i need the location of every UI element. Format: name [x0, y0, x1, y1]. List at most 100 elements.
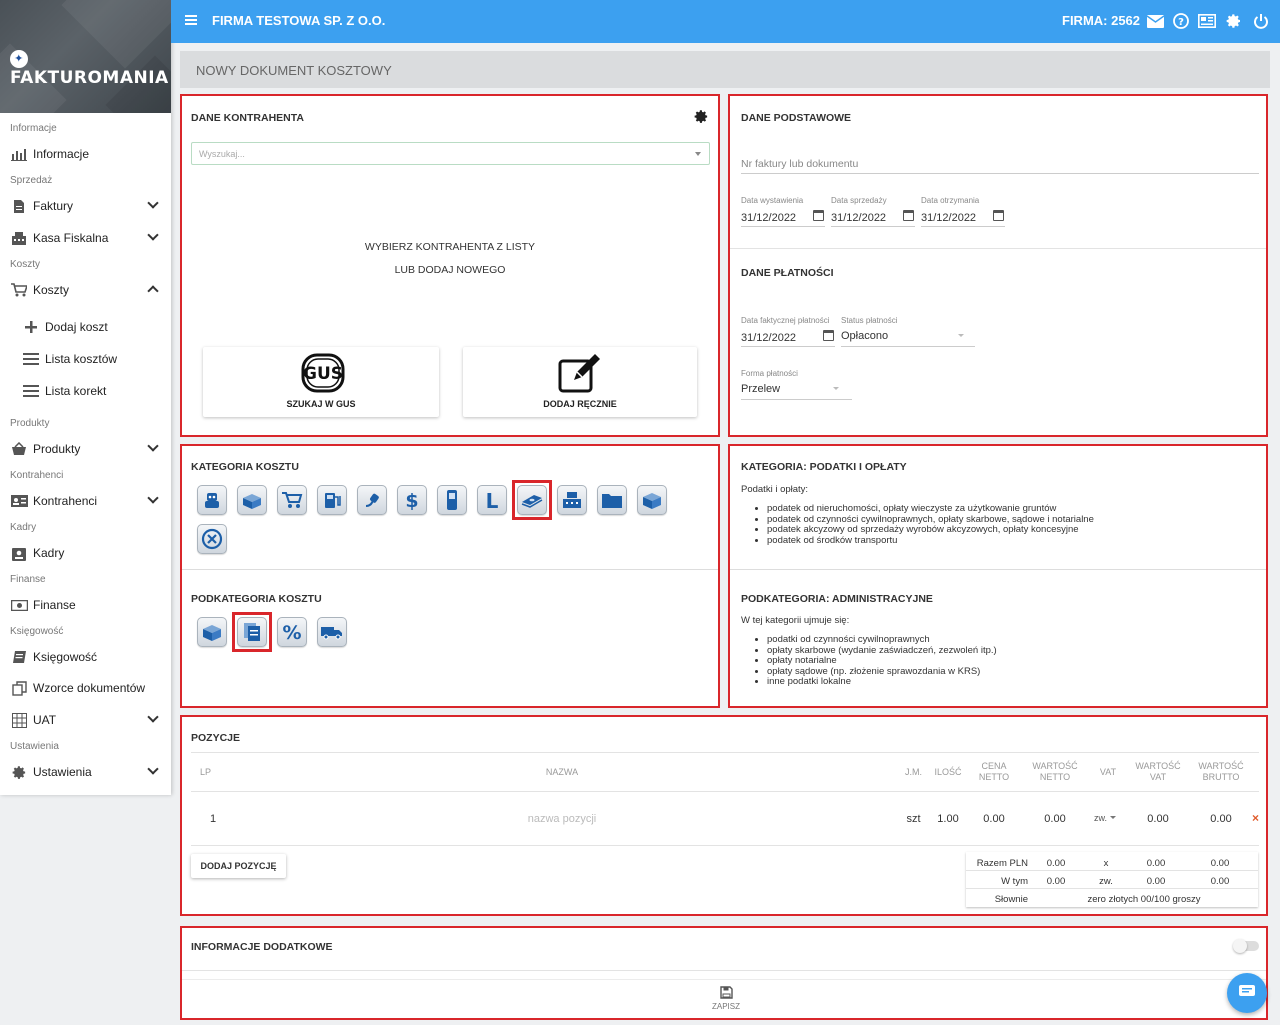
- invoice-number-input[interactable]: Nr faktury lub dokumentu: [741, 158, 858, 170]
- column-header-nazwa: NAZWA: [545, 767, 579, 777]
- chat-button[interactable]: [1227, 973, 1267, 1013]
- item-gross-value: 0.00: [1210, 813, 1232, 825]
- section-label: Kontrahenci: [10, 470, 64, 481]
- list-item: podatek akcyzowy od sprzedaży wyrobów ak…: [767, 524, 1094, 536]
- contractor-search-input[interactable]: Wyszukaj...: [191, 142, 710, 165]
- category-bullet-list: podatek od nieruchomości, opłaty wieczys…: [741, 503, 1094, 546]
- cash-register-icon[interactable]: [557, 485, 587, 515]
- toggle-knob: [1233, 939, 1247, 953]
- calendar-icon[interactable]: [903, 210, 914, 221]
- dollar-icon[interactable]: $: [397, 485, 427, 515]
- help-icon[interactable]: ?: [1172, 12, 1190, 30]
- robot-icon[interactable]: [197, 485, 227, 515]
- box-icon[interactable]: [237, 485, 267, 515]
- manual-button-label: DODAJ RĘCZNIE: [543, 399, 617, 409]
- selected-category-highlight: [512, 480, 552, 520]
- sidebar-item-produkty[interactable]: Produkty: [0, 435, 171, 463]
- power-icon[interactable]: [1252, 12, 1270, 30]
- sidebar-item-faktury[interactable]: Faktury: [0, 192, 171, 220]
- sidebar-item-informacje[interactable]: Informacje: [0, 140, 171, 168]
- basket-icon: [10, 441, 28, 457]
- truck-icon[interactable]: [317, 617, 347, 647]
- calendar-icon[interactable]: [993, 210, 1004, 221]
- plug-icon[interactable]: [357, 485, 387, 515]
- list-item: opłaty notarialne: [767, 655, 997, 667]
- cancel-icon[interactable]: [197, 524, 227, 554]
- percent-icon[interactable]: %: [277, 617, 307, 647]
- gus-search-button[interactable]: GUS SZUKAJ W GUS: [203, 347, 439, 417]
- bar-chart-icon: [10, 146, 28, 162]
- cart-icon[interactable]: [277, 485, 307, 515]
- sidebar-item-ustawienia[interactable]: Ustawienia: [0, 758, 171, 786]
- item-price-field[interactable]: 0.00: [968, 813, 1020, 825]
- item-vat-value: 0.00: [1147, 813, 1169, 825]
- news-icon[interactable]: [1198, 12, 1216, 30]
- sidebar-item-label: Koszty: [33, 283, 70, 297]
- chevron-down-icon: [147, 440, 159, 452]
- calendar-icon[interactable]: [823, 330, 834, 341]
- payment-method-select[interactable]: Przelew: [741, 383, 780, 395]
- top-bar: FIRMA TESTOWA SP. Z O.O. FIRMA: 2562 ?: [171, 0, 1280, 43]
- sidebar-item-koszty[interactable]: Koszty: [0, 276, 171, 304]
- sidebar-item-wzorce[interactable]: Wzorce dokumentów: [0, 674, 171, 702]
- vat-value: zw.: [1094, 813, 1108, 823]
- add-manually-button[interactable]: DODAJ RĘCZNIE: [463, 347, 697, 417]
- gus-logo-text: GUS: [302, 364, 343, 384]
- svg-text:L: L: [486, 489, 499, 511]
- add-item-button[interactable]: DODAJ POZYCJĘ: [191, 854, 286, 878]
- additional-info-toggle[interactable]: [1233, 939, 1259, 953]
- sidebar-item-dodaj-koszt[interactable]: Dodaj koszt: [0, 314, 171, 340]
- mail-icon[interactable]: [1146, 12, 1164, 30]
- badge-icon: [10, 545, 28, 561]
- sidebar-item-finanse[interactable]: Finanse: [0, 591, 171, 619]
- divider: [182, 569, 718, 570]
- column-header-lp: LP: [200, 767, 212, 777]
- item-quantity-field[interactable]: 1.00: [930, 813, 966, 825]
- fuel-icon[interactable]: [317, 485, 347, 515]
- date-sale-field[interactable]: 31/12/2022: [831, 212, 886, 224]
- package-icon[interactable]: [197, 617, 227, 647]
- payment-status-select[interactable]: Opłacono: [841, 330, 888, 342]
- book-icon: [10, 649, 28, 665]
- contractor-panel: DANE KONTRAHENTA Wyszukaj... WYBIERZ KON…: [180, 94, 720, 437]
- sidebar-item-lista-kosztow[interactable]: Lista kosztów: [0, 346, 171, 372]
- panel-title: PODKATEGORIA: ADMINISTRACYJNE: [741, 593, 933, 605]
- logo[interactable]: ✦FAKTUROMANIA: [0, 0, 171, 113]
- sidebar-item-lista-korekt[interactable]: Lista korekt: [0, 378, 171, 404]
- sidebar-item-kontrahenci[interactable]: Kontrahenci: [0, 487, 171, 515]
- list-item: podatki od czynności cywilnoprawnych: [767, 634, 997, 646]
- section-label: Kadry: [10, 522, 37, 533]
- remove-row-icon[interactable]: ×: [1252, 811, 1259, 825]
- sidebar-item-kadry[interactable]: Kadry: [0, 539, 171, 567]
- folder-icon[interactable]: [597, 485, 627, 515]
- row-lp: 1: [210, 813, 217, 825]
- package-icon[interactable]: [637, 485, 667, 515]
- sidebar-item-label: Wzorce dokumentów: [33, 681, 146, 695]
- settings-icon[interactable]: [1225, 12, 1243, 30]
- document-icon: [10, 198, 28, 214]
- item-name-input[interactable]: nazwa pozycji: [482, 813, 642, 825]
- sidebar-item-ksiegowosc[interactable]: Księgowość: [0, 643, 171, 671]
- date-issue-field[interactable]: 31/12/2022: [741, 212, 796, 224]
- date-receipt-label: Data otrzymania: [921, 196, 980, 205]
- save-label: ZAPISZ: [711, 1002, 740, 1011]
- field-underline: [841, 346, 975, 347]
- item-vat-select[interactable]: zw.: [1094, 813, 1117, 823]
- menu-icon[interactable]: [185, 15, 197, 25]
- section-label: Finanse: [10, 574, 46, 585]
- gear-icon[interactable]: [694, 109, 709, 127]
- save-button[interactable]: ZAPISZ: [696, 986, 756, 1011]
- date-issue-label: Data wystawienia: [741, 196, 804, 205]
- l-icon[interactable]: L: [477, 485, 507, 515]
- phone-icon[interactable]: [437, 485, 467, 515]
- header-line: WARTOŚĆ: [1198, 761, 1244, 771]
- sidebar-item-kasa-fiskalna[interactable]: Kasa Fiskalna: [0, 224, 171, 252]
- date-receipt-field[interactable]: 31/12/2022: [921, 212, 976, 224]
- sidebar-item-uat[interactable]: UAT: [0, 706, 171, 734]
- field-underline: [741, 346, 835, 347]
- item-unit-field[interactable]: szt: [896, 813, 931, 825]
- calendar-icon[interactable]: [813, 210, 824, 221]
- paid-date-field[interactable]: 31/12/2022: [741, 332, 796, 344]
- page-title: NOWY DOKUMENT KOSZTOWY: [180, 51, 1270, 88]
- column-header-ilosc: ILOŚĆ: [934, 767, 962, 777]
